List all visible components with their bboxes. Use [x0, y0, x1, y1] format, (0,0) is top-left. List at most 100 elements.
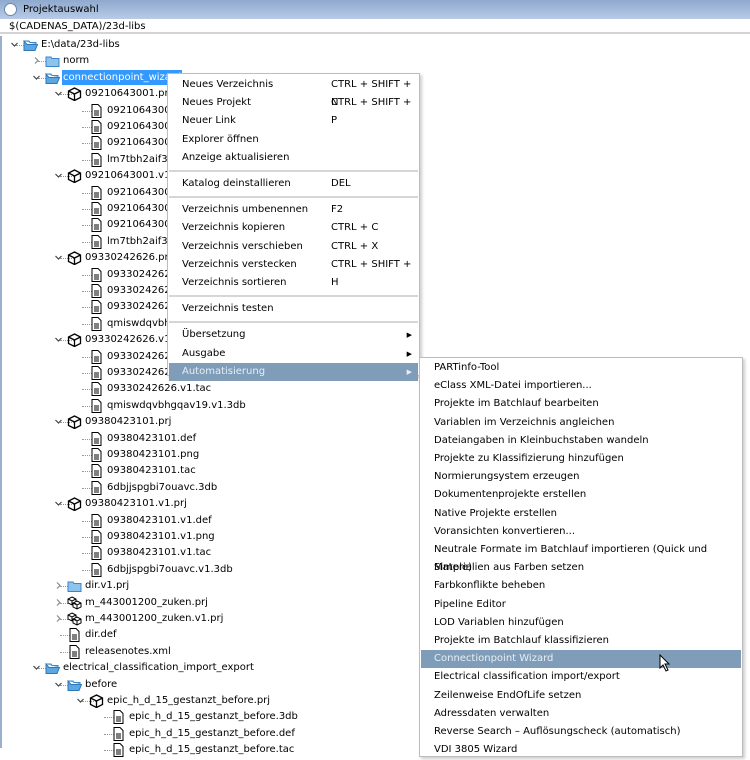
- doc-icon: [111, 743, 126, 758]
- chevron-down-icon[interactable]: [54, 499, 63, 508]
- doc-icon: [67, 628, 82, 643]
- menu-item[interactable]: Projekte im Batchlauf klassifizieren: [421, 632, 741, 650]
- menu-item[interactable]: Pipeline Editor: [421, 596, 741, 614]
- menu-item-label: Pipeline Editor: [434, 598, 506, 610]
- menu-item[interactable]: Variablen im Verzeichnis angleichen: [421, 414, 741, 432]
- chevron-right-icon[interactable]: [54, 614, 63, 623]
- chevron-down-icon[interactable]: [10, 40, 19, 49]
- menu-item[interactable]: Verzeichnis kopieren CTRL + C: [169, 219, 418, 237]
- menu-item[interactable]: Projekte zu Klassifizierung hinzufügen: [421, 450, 741, 468]
- chevron-right-icon[interactable]: [54, 598, 63, 607]
- tree-node-label[interactable]: 09210643001.prj: [84, 86, 172, 101]
- menu-item[interactable]: VDI 3805 Wizard: [421, 741, 741, 759]
- menu-item-label: Verzeichnis verschieben: [182, 240, 303, 252]
- chevron-down-icon[interactable]: [32, 663, 41, 672]
- tree-node-label[interactable]: 09330242626.v1.tac: [106, 381, 212, 396]
- menu-item[interactable]: Voransichten konvertieren...: [421, 523, 741, 541]
- chevron-down-icon[interactable]: [76, 696, 85, 705]
- tree-node-label[interactable]: 09380423101.v1.png: [106, 529, 216, 544]
- menu-item[interactable]: Materialien aus Farben setzen: [421, 559, 741, 577]
- tree-node-label[interactable]: 09380423101.def: [106, 431, 197, 446]
- menu-item[interactable]: Farbkonflikte beheben: [421, 577, 741, 595]
- menu-item-label: Ausgabe: [182, 347, 226, 359]
- chevron-right-icon[interactable]: [32, 56, 41, 65]
- menu-item[interactable]: Explorer öffnen: [169, 131, 418, 149]
- menu-item-label: Neues Verzeichnis: [182, 79, 274, 90]
- menu-item[interactable]: Verzeichnis verschieben CTRL + X: [169, 238, 418, 256]
- menu-item[interactable]: Neuer Link: [169, 112, 418, 130]
- chevron-down-icon[interactable]: [54, 335, 63, 344]
- tree-node-label[interactable]: dir.v1.prj: [84, 578, 130, 593]
- tree-node-label[interactable]: 09380423101.tac: [106, 463, 197, 478]
- tree-node-label[interactable]: m_443001200_zuken.v1.prj: [84, 611, 224, 626]
- menu-item-label: Explorer öffnen: [182, 133, 259, 145]
- tree-node-label[interactable]: electrical_classification_import_export: [62, 660, 255, 675]
- chevron-down-icon[interactable]: [54, 89, 63, 98]
- tree-node-label[interactable]: 09380423101.v1.def: [106, 513, 213, 528]
- menu-item[interactable]: Projekte im Batchlauf bearbeiten: [421, 395, 741, 413]
- menu-item[interactable]: Dokumentenprojekte erstellen: [421, 486, 741, 504]
- tree-node-label[interactable]: connectionpoint_wizard: [62, 69, 183, 85]
- doc-icon: [89, 562, 104, 577]
- menu-item[interactable]: Zeilenweise EndOfLife setzen: [421, 687, 741, 705]
- menu-item[interactable]: Automatisierung ▶: [169, 362, 418, 381]
- chevron-down-icon[interactable]: [54, 171, 63, 180]
- cube-icon: [67, 333, 82, 348]
- tree-node-label[interactable]: before: [84, 677, 118, 692]
- menu-item[interactable]: Ausgabe ▶: [169, 345, 418, 363]
- menu-item[interactable]: Verzeichnis verstecken CTRL + SHIFT + H: [169, 256, 418, 288]
- menu-item-label: Neues Projekt: [182, 97, 252, 109]
- chevron-down-icon[interactable]: [54, 253, 63, 262]
- tree-node-label[interactable]: epic_h_d_15_gestanzt_before.prj: [106, 693, 271, 708]
- menu-item[interactable]: eClass XML-Datei importieren...: [421, 377, 741, 395]
- tree-node-label[interactable]: 09380423101.png: [106, 447, 200, 462]
- tree-node-label[interactable]: 09380423101.v1.tac: [106, 545, 212, 560]
- menu-item[interactable]: Native Projekte erstellen: [421, 505, 741, 523]
- tree-node-label[interactable]: 6dbjjspgbi7ouavc.v1.3db: [106, 562, 234, 577]
- menu-item-label: Electrical classification import/export: [434, 671, 620, 683]
- menu-item[interactable]: Anzeige aktualisieren: [169, 149, 418, 167]
- menu-item[interactable]: Verzeichnis sortieren: [169, 274, 418, 292]
- tree-node-label[interactable]: epic_h_d_15_gestanzt_before.def: [128, 726, 296, 741]
- menu-item[interactable]: LOD Variablen hinzufügen: [421, 614, 741, 632]
- chevron-down-icon[interactable]: [54, 680, 63, 689]
- chevron-right-icon[interactable]: [54, 581, 63, 590]
- path-field[interactable]: $(CADENAS_DATA)/23d-libs: [0, 19, 750, 34]
- tree-node[interactable]: E:\data/23d-libs: [2, 37, 750, 53]
- menu-item[interactable]: Adressdaten verwalten: [421, 705, 741, 723]
- tree-node-label[interactable]: 6dbjjspgbi7ouavc.3db: [106, 480, 218, 495]
- menu-item[interactable]: Übersetzung ▶: [169, 326, 418, 344]
- doc-icon: [89, 267, 104, 282]
- menu-item[interactable]: Verzeichnis testen: [169, 300, 418, 318]
- menu-item[interactable]: Connectionpoint Wizard: [421, 650, 741, 669]
- tree-node[interactable]: norm: [2, 53, 750, 69]
- tree-node-label[interactable]: E:\data/23d-libs: [40, 37, 121, 52]
- tree-node-label[interactable]: 09330242626.prj: [84, 250, 172, 265]
- menu-item-label: Automatisierung: [182, 365, 266, 377]
- tree-node-label[interactable]: norm: [62, 53, 90, 68]
- menu-item[interactable]: Neutrale Formate im Batchlauf importiere…: [421, 541, 741, 573]
- tree-node-label[interactable]: epic_h_d_15_gestanzt_before.3db: [128, 709, 299, 724]
- menu-item[interactable]: Neues Verzeichnis CTRL + SHIFT + N: [169, 76, 418, 108]
- tree-node-label[interactable]: 09380423101.v1.prj: [84, 496, 188, 511]
- tree-node-label[interactable]: dir.def: [84, 627, 118, 642]
- tree-node-label[interactable]: 09380423101.prj: [84, 414, 172, 429]
- menu-item-shortcut: DEL: [331, 178, 351, 189]
- chevron-down-icon[interactable]: [32, 73, 41, 82]
- chevron-down-icon[interactable]: [54, 417, 63, 426]
- tree-node-label[interactable]: qmiswdqvbhgqav19.v1.3db: [106, 398, 247, 413]
- menu-item[interactable]: Dateiangaben in Kleinbuchstaben wandeln: [421, 432, 741, 450]
- menu-item[interactable]: Normierungsystem erzeugen: [421, 468, 741, 486]
- menu-separator: [169, 196, 418, 199]
- tree-node-label[interactable]: m_443001200_zuken.prj: [84, 595, 209, 610]
- menu-item-label: Voransichten konvertieren...: [434, 525, 576, 537]
- menu-item[interactable]: PARTinfo-Tool: [421, 359, 741, 377]
- menu-item[interactable]: Electrical classification import/export: [421, 668, 741, 686]
- menu-item[interactable]: Neues Projekt CTRL + SHIFT + P: [169, 94, 418, 126]
- tree-node-label[interactable]: releasenotes.xml: [84, 644, 172, 659]
- menu-item[interactable]: Katalog deinstallieren DEL: [169, 175, 418, 193]
- menu-item[interactable]: Verzeichnis umbenennen F2: [169, 201, 418, 219]
- menu-item[interactable]: Reverse Search – Auflösungscheck (automa…: [421, 723, 741, 741]
- doc-icon: [89, 103, 104, 118]
- tree-node-label[interactable]: epic_h_d_15_gestanzt_before.tac: [128, 742, 295, 757]
